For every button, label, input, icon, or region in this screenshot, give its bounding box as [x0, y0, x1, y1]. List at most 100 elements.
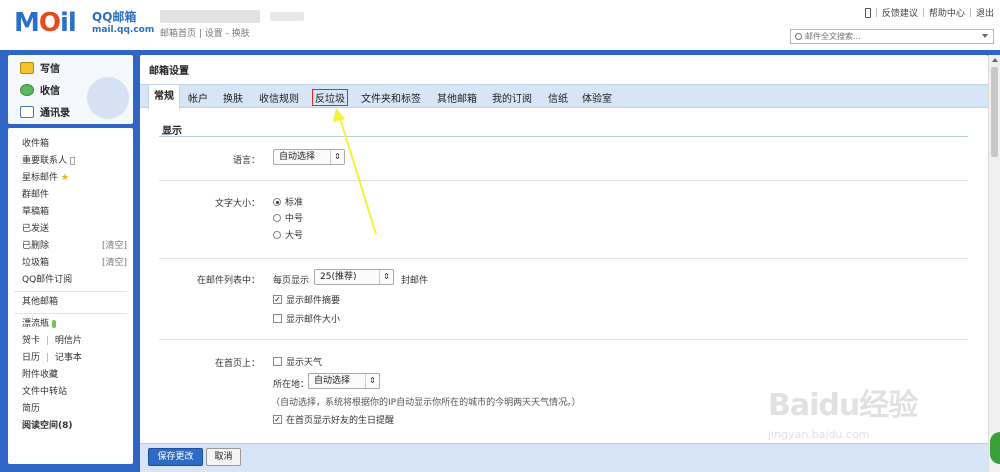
scroll-up-icon[interactable] — [992, 58, 998, 62]
row-divider — [159, 258, 968, 259]
sidebar-item-attachments[interactable]: 附件收藏 — [8, 367, 133, 384]
search-box[interactable] — [790, 29, 994, 44]
compose-button[interactable]: 写信 — [20, 60, 60, 75]
radio[interactable] — [273, 213, 281, 222]
search-input[interactable] — [805, 32, 975, 41]
sidebar-item-notebook[interactable]: 记事本 — [55, 353, 82, 363]
tab-stationery[interactable]: 信纸 — [548, 90, 568, 105]
show-birthday-option[interactable]: ✓ 在首页显示好友的生日提醒 — [273, 413, 394, 426]
sidebar-item-spam[interactable]: 垃圾箱 [清空] — [8, 255, 133, 272]
phone-icon[interactable] — [864, 7, 871, 18]
tab-subscriptions[interactable]: 我的订阅 — [492, 90, 532, 105]
sidebar-item-inbox[interactable]: 收件箱 — [8, 136, 133, 153]
sidebar-item-drafts[interactable]: 草稿箱 — [8, 204, 133, 221]
save-button[interactable]: 保存更改 — [148, 448, 203, 466]
clear-spam-link[interactable]: [清空] — [102, 255, 127, 272]
sidebar-item-postcard[interactable]: 明信片 — [55, 336, 82, 346]
sidebar-item-label: 草稿箱 — [22, 207, 50, 217]
separator: | — [45, 353, 49, 363]
page-title: 邮箱设置 — [149, 66, 189, 77]
floating-widget-icon[interactable] — [990, 432, 1000, 464]
radio[interactable] — [273, 230, 281, 239]
sidebar-item-qq-subscribe[interactable]: QQ邮件订阅 — [8, 272, 133, 289]
cancel-button[interactable]: 取消 — [206, 448, 241, 466]
chevron-updown-icon: ⇕ — [365, 374, 379, 388]
tab-other-mailbox[interactable]: 其他邮箱 — [437, 90, 477, 105]
sidebar-item-label: 附件收藏 — [22, 370, 59, 380]
sidebar-item-resume[interactable]: 简历 — [8, 401, 133, 418]
tab-account[interactable]: 帐户 — [188, 90, 208, 105]
show-summary-option[interactable]: ✓ 显示邮件摘要 — [273, 293, 340, 306]
sidebar-item-sent[interactable]: 已发送 — [8, 221, 133, 238]
blurred-username — [160, 10, 260, 23]
show-size-option[interactable]: 显示邮件大小 — [273, 312, 340, 325]
blurred-email — [270, 12, 304, 21]
sidebar-item-reading-space[interactable]: 阅读空间(8) — [8, 418, 133, 435]
checkbox[interactable] — [273, 357, 282, 366]
sidebar-item-label: 阅读空间(8) — [22, 421, 73, 431]
option-label: 显示邮件摘要 — [286, 296, 341, 306]
help-link[interactable]: 帮助中心 — [929, 6, 965, 19]
checkbox[interactable] — [273, 314, 282, 323]
contacts-button[interactable]: 通讯录 — [20, 104, 70, 119]
separator: | — [874, 7, 878, 18]
tab-anti-spam[interactable]: 反垃圾 — [312, 89, 348, 106]
sidebar-folder-list: 收件箱 重要联系人 星标邮件 ★ 群邮件 草稿箱 已发送 已删除 [清空] 垃圾箱… — [8, 128, 133, 464]
checkbox-checked[interactable]: ✓ — [273, 295, 282, 304]
pencil-icon — [20, 61, 34, 74]
qq-mail-logo[interactable]: MOil — [14, 8, 77, 38]
option-label: 大号 — [285, 231, 304, 241]
font-size-option-standard[interactable]: 标准 — [273, 195, 303, 208]
tab-lab[interactable]: 体验室 — [582, 90, 612, 105]
sidebar-item-other-mailbox[interactable]: 其他邮箱 — [8, 294, 133, 311]
sidebar-item-calendar-notes: 日历 | 记事本 — [8, 350, 133, 367]
show-weather-option[interactable]: 显示天气 — [273, 355, 322, 368]
sidebar-item-label: 星标邮件 — [22, 173, 59, 183]
logout-link[interactable]: 退出 — [976, 6, 994, 19]
font-size-option-medium[interactable]: 中号 — [273, 211, 303, 224]
scrollbar-thumb[interactable] — [991, 67, 998, 157]
tab-folders-labels[interactable]: 文件夹和标签 — [361, 90, 421, 105]
chevron-updown-icon: ⇕ — [330, 150, 344, 164]
sidebar-item-file-transfer[interactable]: 文件中转站 — [8, 384, 133, 401]
tab-general[interactable]: 常规 — [148, 85, 180, 109]
tab-receive-rules[interactable]: 收信规则 — [259, 90, 299, 105]
clear-deleted-link[interactable]: [清空] — [102, 238, 127, 255]
row-divider — [159, 180, 968, 181]
sidebar-item-label: 垃圾箱 — [22, 258, 50, 268]
sidebar-item-starred[interactable]: 星标邮件 ★ — [8, 170, 133, 187]
sidebar-item-greeting-card[interactable]: 贺卡 — [22, 336, 40, 346]
section-divider — [159, 136, 968, 137]
feedback-link[interactable]: 反馈建议 — [882, 6, 918, 19]
receive-button[interactable]: 收信 — [20, 82, 60, 97]
logo-letter-o: O — [38, 8, 61, 38]
sidebar-item-group[interactable]: 群邮件 — [8, 187, 133, 204]
per-page-select-value: 25(推荐) — [320, 272, 357, 282]
location-label: 所在地： — [273, 380, 310, 390]
contact-book-icon — [70, 156, 76, 165]
location-select[interactable]: 自动选择 ⇕ — [308, 373, 380, 389]
header-nav-links[interactable]: 邮箱首页 | 设置 - 换肤 — [160, 26, 250, 39]
scrollbar[interactable] — [988, 55, 1000, 472]
option-label: 中号 — [285, 214, 304, 224]
bottle-icon — [52, 319, 57, 328]
logo-letters-il: il — [59, 8, 77, 38]
option-label: 标准 — [285, 198, 304, 208]
sidebar-item-deleted[interactable]: 已删除 [清空] — [8, 238, 133, 255]
sidebar-item-drift-bottle[interactable]: 漂流瓶 — [8, 316, 133, 333]
logo-title: QQ邮箱 — [92, 10, 137, 24]
location-note: （自动选择，系统将根据你的IP自动显示你所在的城市的今明两天天气情况。） — [271, 398, 581, 408]
per-page-select[interactable]: 25(推荐) ⇕ — [314, 269, 394, 285]
radio-selected[interactable] — [273, 197, 281, 206]
option-label: 显示天气 — [286, 358, 323, 368]
tab-skin[interactable]: 换肤 — [223, 90, 243, 105]
language-select-value: 自动选择 — [279, 152, 316, 162]
sidebar-item-calendar[interactable]: 日历 — [22, 353, 40, 363]
chevron-down-icon[interactable] — [982, 34, 988, 38]
font-size-option-large[interactable]: 大号 — [273, 228, 303, 241]
language-select[interactable]: 自动选择 ⇕ — [273, 149, 345, 165]
checkbox-checked[interactable]: ✓ — [273, 415, 282, 424]
top-links: | 反馈建议 | 帮助中心 | 退出 — [864, 6, 994, 19]
sidebar-item-vip[interactable]: 重要联系人 — [8, 153, 133, 170]
sidebar-item-label: QQ邮件订阅 — [22, 275, 73, 285]
